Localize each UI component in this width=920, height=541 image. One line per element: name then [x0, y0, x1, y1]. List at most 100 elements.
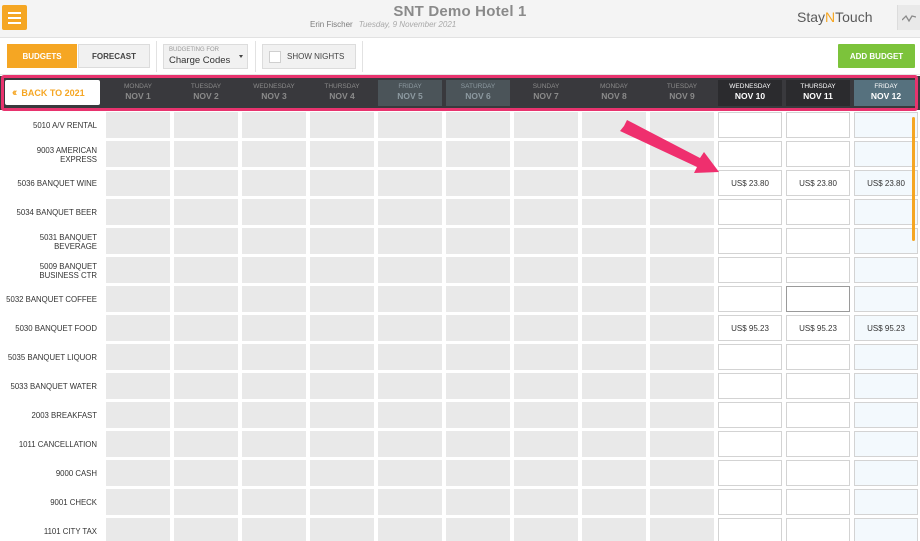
disabled-cell — [378, 460, 442, 486]
charge-code-label: 5031 BANQUET BEVERAGE — [39, 232, 97, 251]
charge-code-label: 5033 BANQUET WATER — [10, 382, 97, 391]
budget-input-cell[interactable] — [786, 373, 850, 399]
budget-input-cell[interactable] — [854, 431, 918, 457]
budget-input-cell[interactable] — [854, 373, 918, 399]
disabled-cell — [174, 315, 238, 341]
charge-code-label: 5035 BANQUET LIQUOR — [7, 353, 97, 362]
charge-code-label: 5032 BANQUET COFFEE — [6, 295, 97, 304]
disabled-cell — [378, 373, 442, 399]
disabled-cell — [106, 170, 170, 196]
budget-input-cell[interactable] — [718, 402, 782, 428]
budget-input-cell[interactable] — [854, 141, 918, 167]
disabled-cell — [446, 228, 510, 254]
budget-input-cell[interactable] — [786, 344, 850, 370]
scrollbar[interactable] — [912, 117, 915, 241]
show-nights-checkbox[interactable] — [269, 50, 281, 63]
budget-input-cell[interactable] — [718, 141, 782, 167]
day-name: THURSDAY — [324, 83, 360, 90]
budget-input-cell[interactable] — [854, 199, 918, 225]
table-row: 5031 BANQUET BEVERAGE — [0, 227, 920, 256]
disabled-cell — [310, 460, 374, 486]
budget-input-cell[interactable] — [718, 373, 782, 399]
budget-input-cell[interactable] — [854, 402, 918, 428]
budget-input-cell[interactable]: US$ 95.23 — [718, 315, 782, 341]
budget-input-cell[interactable]: US$ 95.23 — [854, 315, 918, 341]
disabled-cell — [174, 489, 238, 515]
budgeting-for-label: BUDGETING FOR — [169, 47, 220, 53]
charge-code-label: 5009 BANQUET BUSINESS CTR — [39, 261, 97, 280]
budget-input-cell[interactable] — [786, 431, 850, 457]
budget-grid: 5010 A/V RENTAL 9003 AMERICAN EXPRESS 5036… — [0, 111, 920, 541]
disabled-cell — [650, 257, 714, 283]
budget-input-cell[interactable] — [718, 344, 782, 370]
disabled-cell — [378, 286, 442, 312]
show-nights-toggle[interactable]: SHOW NIGHTS — [262, 44, 356, 69]
budget-input-cell[interactable] — [854, 460, 918, 486]
tab-budgets[interactable]: BUDGETS — [7, 44, 77, 68]
table-row: 5030 BANQUET FOOD US$ 95.23 US$ 95.23 US$ 9… — [0, 314, 920, 343]
budget-input-cell[interactable] — [786, 460, 850, 486]
table-row: 5010 A/V RENTAL — [0, 111, 920, 140]
disabled-cell — [650, 460, 714, 486]
disabled-cell — [446, 141, 510, 167]
budget-input-cell[interactable] — [854, 344, 918, 370]
budget-input-cell[interactable] — [718, 460, 782, 486]
budget-input-cell[interactable] — [786, 286, 850, 312]
day-date: NOV 12 — [870, 91, 902, 101]
budget-input-cell[interactable] — [786, 489, 850, 515]
table-row: 9003 AMERICAN EXPRESS — [0, 140, 920, 169]
back-label: BACK TO 2021 — [21, 87, 85, 98]
disabled-cell — [446, 460, 510, 486]
budget-input-cell[interactable] — [854, 228, 918, 254]
tab-forecast[interactable]: FORECAST — [78, 44, 150, 68]
disabled-cell — [446, 518, 510, 541]
back-to-year-button[interactable]: ‹‹ BACK TO 2021 — [5, 80, 100, 105]
budget-input-cell[interactable] — [718, 286, 782, 312]
budget-input-cell[interactable] — [786, 228, 850, 254]
budget-input-cell[interactable] — [786, 141, 850, 167]
budget-input-cell[interactable]: US$ 23.80 — [854, 170, 918, 196]
caret-down-icon — [239, 55, 243, 58]
budget-input-cell[interactable] — [718, 228, 782, 254]
budget-input-cell[interactable]: US$ 23.80 — [786, 170, 850, 196]
disabled-cell — [174, 373, 238, 399]
budget-input-cell[interactable] — [854, 518, 918, 541]
budget-input-cell[interactable] — [718, 257, 782, 283]
disabled-cell — [514, 112, 578, 138]
budget-input-cell[interactable] — [718, 431, 782, 457]
disabled-cell — [106, 489, 170, 515]
disabled-cell — [650, 373, 714, 399]
budget-input-cell[interactable] — [854, 489, 918, 515]
budget-input-cell[interactable] — [854, 286, 918, 312]
budget-input-cell[interactable] — [786, 257, 850, 283]
budget-input-cell[interactable] — [718, 518, 782, 541]
add-budget-button[interactable]: ADD BUDGET — [838, 44, 915, 68]
budgeting-for-select[interactable]: BUDGETING FOR Charge Codes — [163, 44, 248, 69]
disabled-cell — [174, 518, 238, 541]
disabled-cell — [446, 431, 510, 457]
table-row: 5032 BANQUET COFFEE — [0, 285, 920, 314]
disabled-cell — [106, 257, 170, 283]
budget-input-cell[interactable] — [718, 199, 782, 225]
disabled-cell — [650, 199, 714, 225]
budget-input-cell[interactable] — [786, 402, 850, 428]
disabled-cell — [446, 315, 510, 341]
budget-input-cell[interactable] — [718, 489, 782, 515]
budget-input-cell[interactable] — [786, 518, 850, 541]
budget-input-cell[interactable] — [854, 112, 918, 138]
budget-input-cell[interactable] — [718, 112, 782, 138]
divider — [362, 41, 363, 72]
budget-input-cell[interactable]: US$ 23.80 — [718, 170, 782, 196]
day-date: NOV 4 — [329, 91, 355, 101]
charge-code-label: 5030 BANQUET FOOD — [15, 324, 97, 333]
budget-input-cell[interactable] — [786, 112, 850, 138]
budget-input-cell[interactable] — [854, 257, 918, 283]
budget-input-cell[interactable] — [786, 199, 850, 225]
budget-input-cell[interactable]: US$ 95.23 — [786, 315, 850, 341]
disabled-cell — [514, 402, 578, 428]
day-name: SATURDAY — [460, 83, 496, 90]
disabled-cell — [242, 460, 306, 486]
disabled-cell — [446, 489, 510, 515]
trend-button[interactable] — [897, 5, 920, 30]
show-nights-label: SHOW NIGHTS — [287, 52, 345, 61]
